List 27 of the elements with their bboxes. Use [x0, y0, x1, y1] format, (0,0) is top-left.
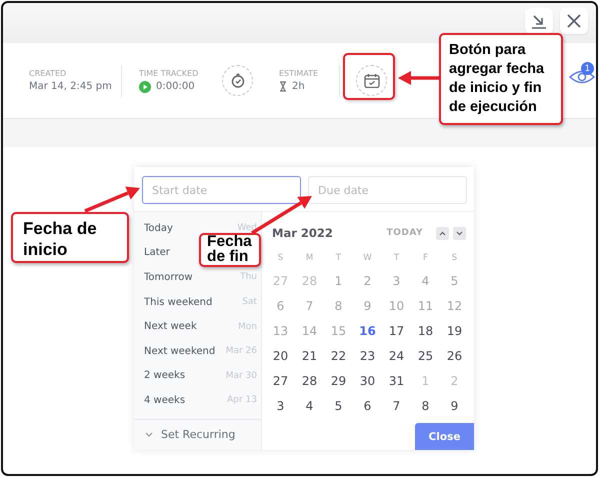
month-title: Mar 2022	[272, 226, 334, 240]
annotation-tooltip: Fecha de fin	[199, 233, 261, 267]
option-label: Today	[144, 222, 173, 234]
time-tracked-value: 0:00:00	[156, 81, 195, 92]
weekday-label: T	[334, 252, 342, 265]
weekday-label: F	[422, 252, 429, 265]
option-label: 2 weeks	[144, 370, 186, 382]
annotation-tooltip: Fecha de inicio	[11, 212, 129, 263]
option-label: Next week	[144, 321, 197, 332]
set-recurring-label: Set Recurring	[161, 428, 236, 441]
option-label: This weekend	[144, 296, 212, 308]
option-label: Next weekend	[144, 346, 216, 357]
weekday-label: M	[304, 252, 314, 265]
created-label: CREATED	[29, 69, 66, 78]
estimate-label: ESTIMATE	[279, 69, 318, 78]
weekday-label: T	[392, 252, 400, 265]
option-label: 4 weeks	[144, 394, 186, 406]
watcher-count-badge: 1	[581, 62, 594, 75]
option-label: Tomorrow	[144, 272, 193, 283]
option-label: Later	[144, 247, 170, 258]
annotation-tooltip: Botón para agregar fecha de inicio y fin de ejecución	[439, 33, 563, 125]
estimate-value: 2h	[292, 81, 305, 92]
created-date: Mar 14, 2:45 pm	[29, 81, 112, 92]
weekday-label: W	[362, 252, 373, 265]
time-tracked-label: TIME TRACKED	[139, 68, 198, 78]
weekday-label: S	[450, 252, 458, 265]
weekday-label: S	[276, 252, 284, 265]
